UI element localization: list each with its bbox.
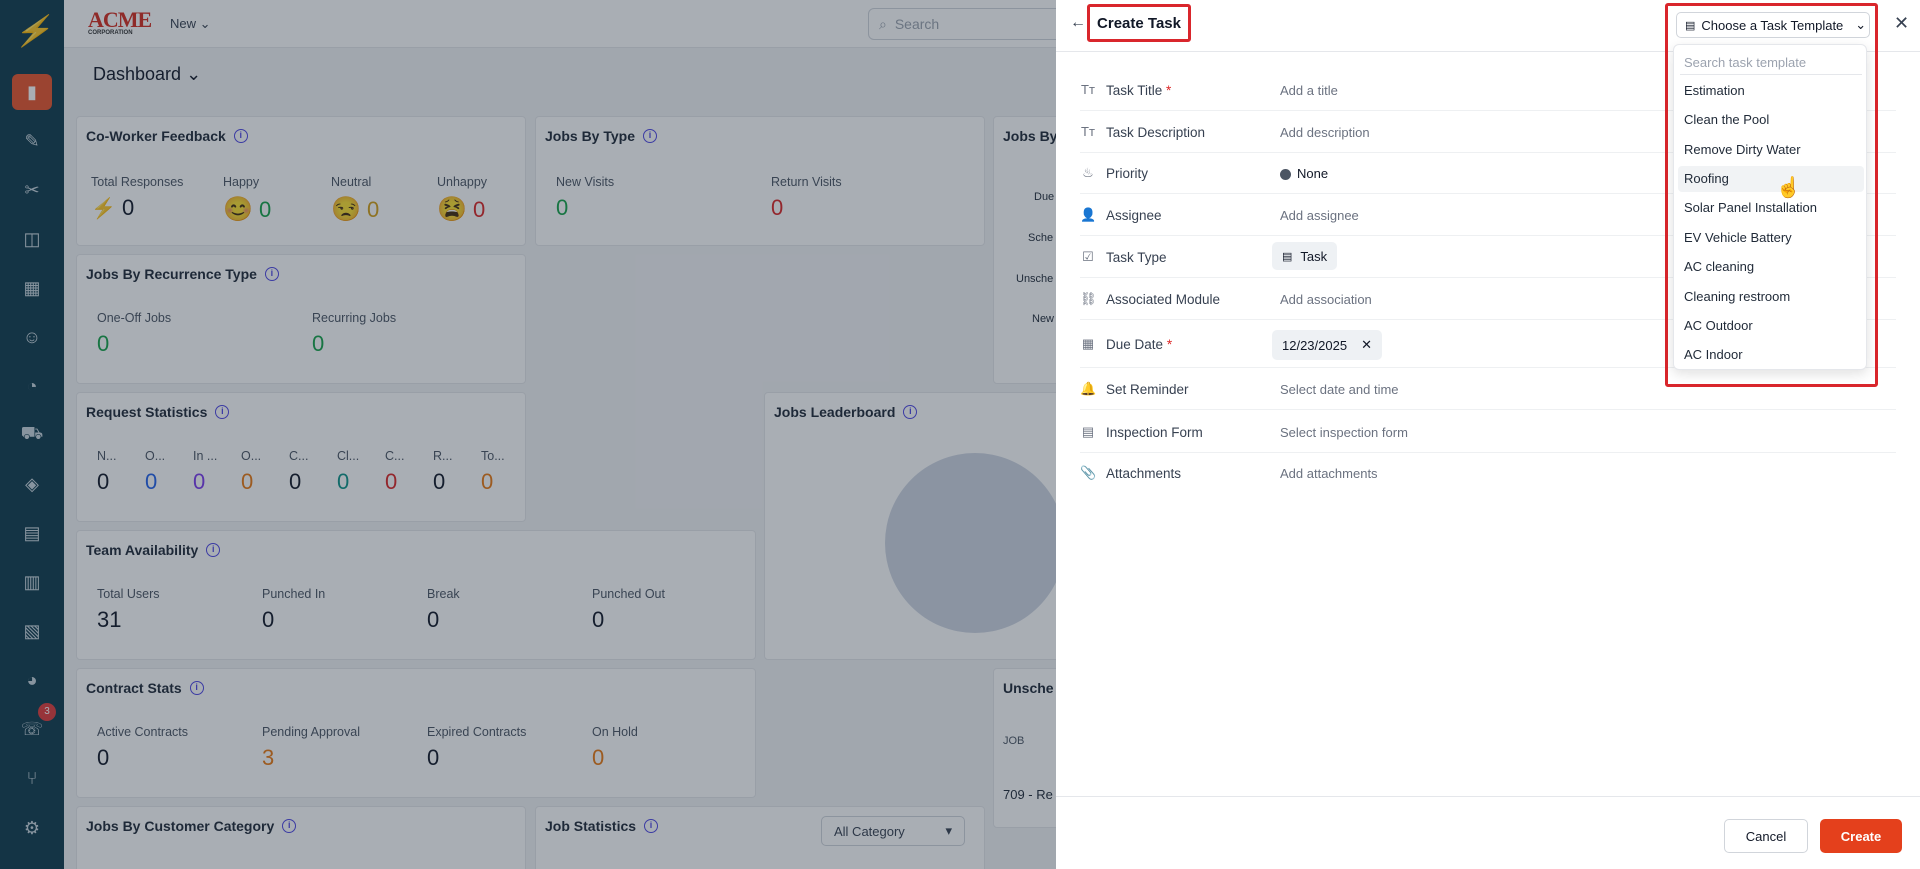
checkbox-icon: ☑	[1082, 249, 1094, 264]
reminder-input[interactable]: Select date and time	[1280, 382, 1399, 397]
priority-select[interactable]: None	[1280, 166, 1328, 181]
close-icon[interactable]: ✕	[1894, 13, 1909, 34]
template-option[interactable]: EV Vehicle Battery	[1678, 225, 1864, 251]
association-input[interactable]: Add association	[1280, 292, 1372, 307]
task-template-dropdown: Search task template Estimation Clean th…	[1673, 44, 1867, 370]
priority-dot-icon	[1280, 169, 1291, 181]
clipboard-icon: ▤	[1081, 424, 1095, 439]
template-option[interactable]: AC cleaning	[1678, 254, 1864, 280]
assignee-input[interactable]: Add assignee	[1280, 208, 1359, 223]
template-option[interactable]: Estimation	[1678, 78, 1864, 104]
link-icon: ⛓	[1080, 291, 1097, 306]
task-type-chip[interactable]: ▤ Task	[1272, 242, 1338, 270]
template-option[interactable]: AC Outdoor	[1678, 313, 1864, 339]
paperclip-icon: 📎	[1080, 465, 1097, 480]
user-icon: 👤	[1080, 207, 1097, 222]
text-icon: Tт	[1081, 124, 1095, 139]
inspection-form-row: ▤ Inspection Form Select inspection form	[1080, 412, 1896, 453]
cancel-button[interactable]: Cancel	[1724, 819, 1808, 853]
template-option[interactable]: Cleaning restroom	[1678, 284, 1864, 310]
template-option[interactable]: Clean the Pool	[1678, 107, 1864, 133]
task-title-input[interactable]: Add a title	[1280, 83, 1338, 98]
attachments-row: 📎 Attachments Add attachments	[1080, 465, 1378, 481]
template-option[interactable]: AC Indoor	[1678, 342, 1864, 368]
due-date-chip[interactable]: 12/23/2025 ✕	[1272, 330, 1382, 360]
template-option[interactable]: Remove Dirty Water	[1678, 137, 1864, 163]
attachments-input[interactable]: Add attachments	[1280, 466, 1378, 481]
modal-overlay[interactable]	[0, 0, 1056, 869]
inspection-form-input[interactable]: Select inspection form	[1280, 425, 1408, 440]
back-arrow-icon[interactable]: ←	[1070, 14, 1086, 32]
template-option[interactable]: Roofing	[1678, 166, 1864, 192]
create-button[interactable]: Create	[1820, 819, 1902, 853]
text-icon: Tт	[1081, 82, 1095, 97]
clipboard-icon: ▤	[1282, 250, 1293, 263]
panel-title: Create Task	[1087, 4, 1191, 42]
panel-footer: Cancel Create	[1056, 796, 1920, 869]
clear-x-icon[interactable]: ✕	[1361, 337, 1372, 353]
template-option[interactable]: Solar Panel Installation	[1678, 195, 1864, 221]
calendar-icon: ▦	[1081, 336, 1095, 351]
hand-cursor-icon: ☝	[1776, 177, 1801, 199]
task-description-input[interactable]: Add description	[1280, 125, 1370, 140]
flame-icon: ♨	[1082, 165, 1094, 180]
template-search-input[interactable]: Search task template	[1680, 49, 1862, 75]
bell-icon: 🔔	[1080, 381, 1097, 396]
